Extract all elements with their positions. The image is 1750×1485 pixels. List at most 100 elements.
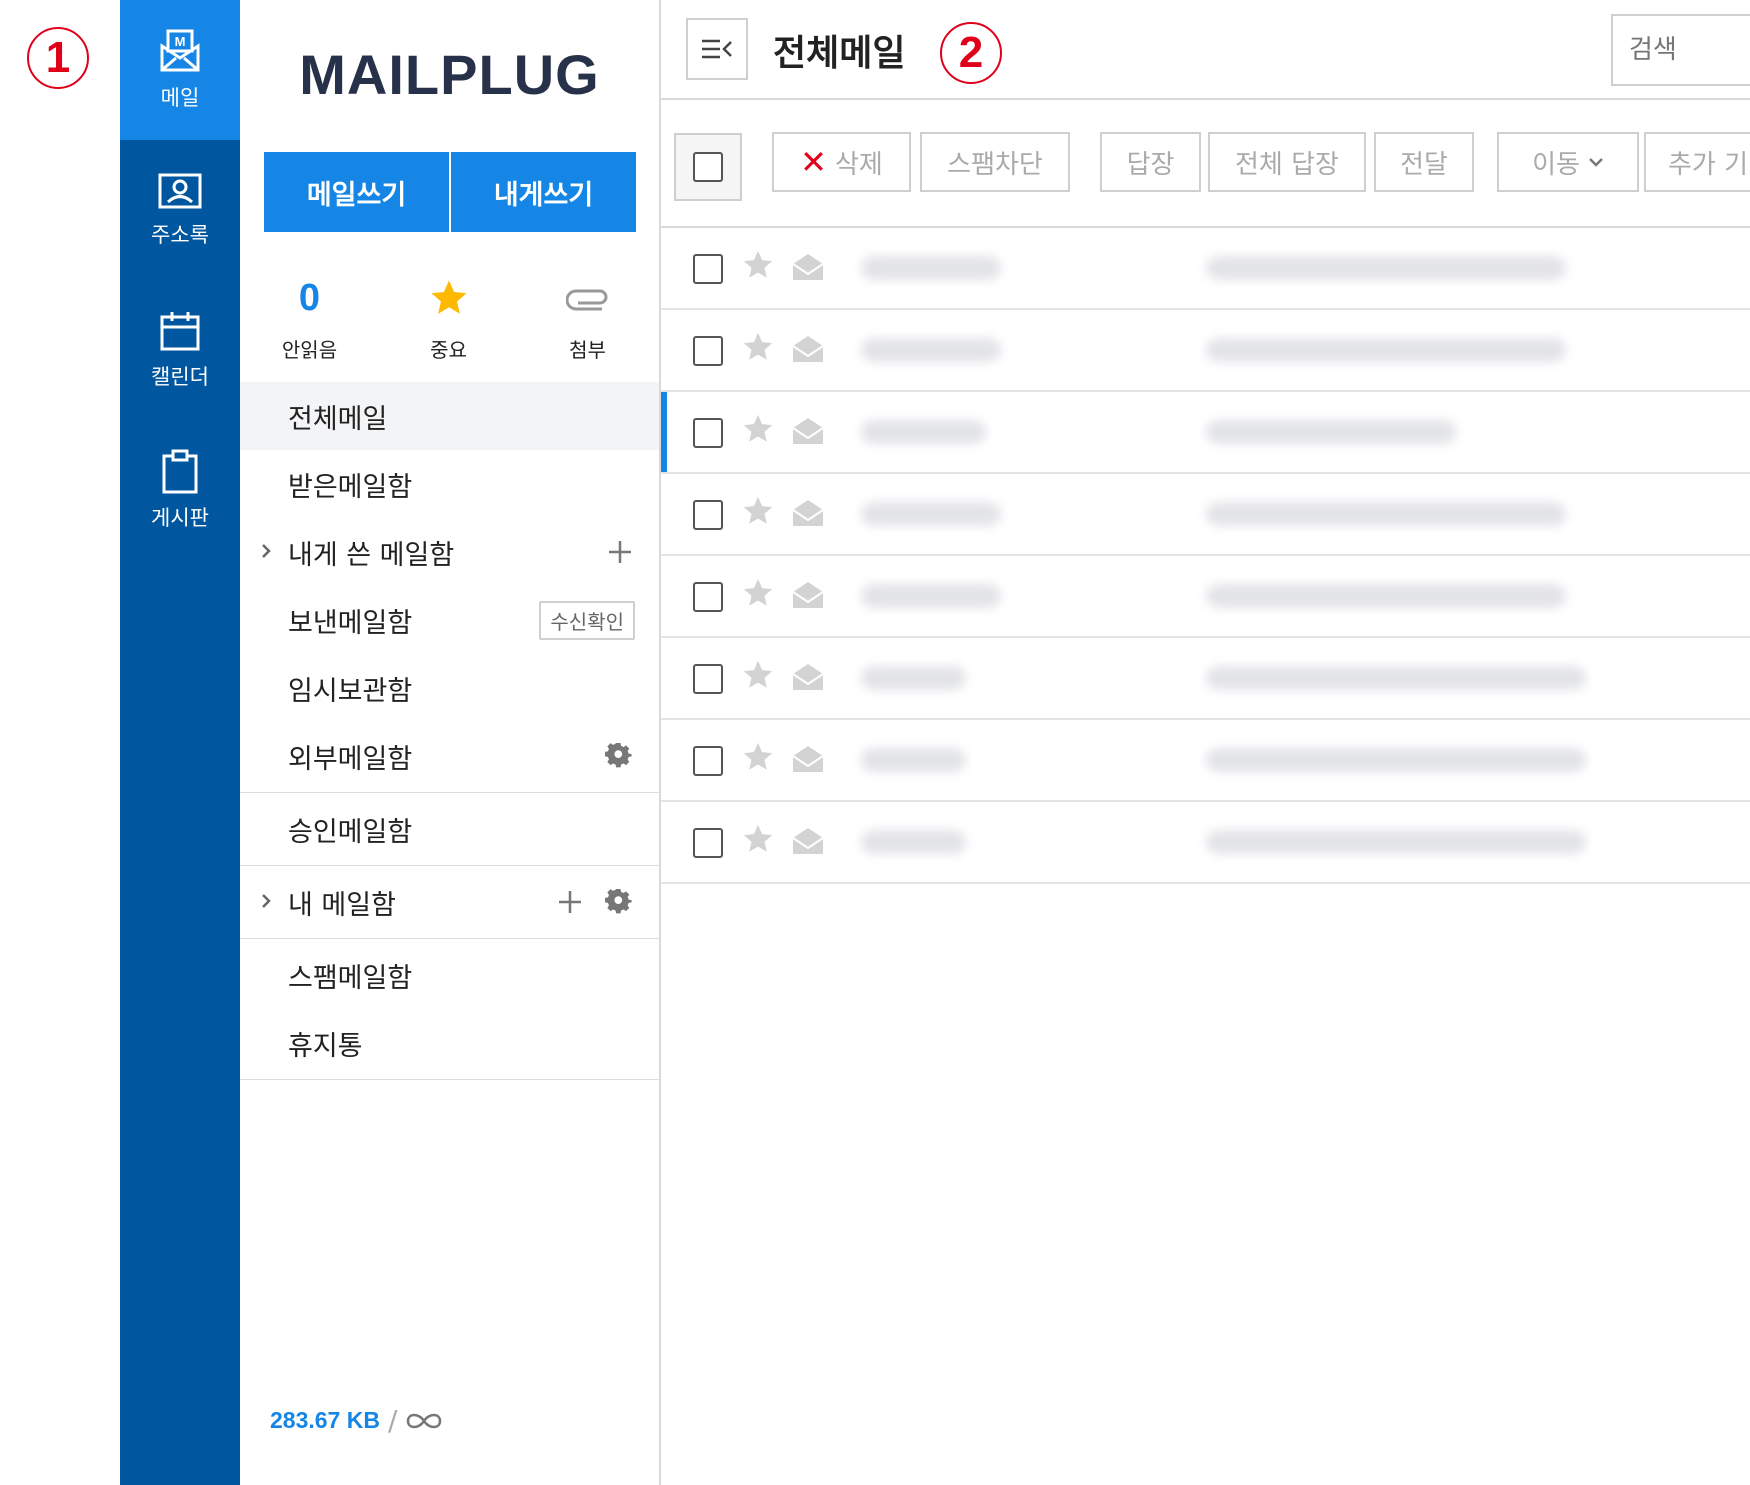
- star-icon[interactable]: [741, 494, 775, 528]
- row-checkbox[interactable]: [693, 664, 723, 694]
- folder-divider: [240, 792, 659, 793]
- sender-placeholder: [861, 338, 1001, 362]
- folder-label: 임시보관함: [288, 675, 413, 707]
- rail-item-contacts[interactable]: 주소록: [120, 140, 240, 280]
- gear-icon[interactable]: [605, 742, 633, 770]
- paperclip-icon: [565, 289, 607, 311]
- star-icon[interactable]: [741, 658, 775, 692]
- select-all-checkbox[interactable]: [674, 133, 742, 201]
- folder-label: 보낸메일함: [288, 607, 413, 639]
- move-dropdown[interactable]: 이동: [1497, 132, 1639, 192]
- infinity-icon: [407, 1413, 442, 1428]
- storage-used: 283.67 KB: [270, 1407, 380, 1433]
- rail-label-mail: 메일: [160, 86, 200, 110]
- folder-label: 외부메일함: [288, 743, 413, 775]
- mail-main: 전체메일 ✕삭제 스팸차단 답장 전체 답장 전달 이동 추가 기: [661, 0, 1750, 1485]
- chevron-right-icon[interactable]: [260, 542, 272, 560]
- row-checkbox[interactable]: [693, 828, 723, 858]
- star-icon[interactable]: [741, 576, 775, 610]
- folder-my-mailbox[interactable]: 내 메일함: [240, 868, 659, 936]
- folder-self[interactable]: 내게 쓴 메일함: [240, 518, 659, 586]
- folder-list: 전체메일 받은메일함 내게 쓴 메일함 보낸메일함 수신확인 임시보관함 외부메…: [240, 382, 659, 1082]
- folder-external[interactable]: 외부메일함: [240, 722, 659, 790]
- folder-label: 받은메일함: [288, 471, 413, 503]
- folder-label: 스팸메일함: [288, 962, 413, 994]
- mail-row[interactable]: [661, 638, 1750, 720]
- folder-spam[interactable]: 스팸메일함: [240, 941, 659, 1009]
- app-rail: M 메일 주소록 캘린더 게시판: [120, 0, 240, 1485]
- block-spam-button[interactable]: 스팸차단: [920, 132, 1070, 192]
- folder-all-mail[interactable]: 전체메일: [240, 382, 659, 450]
- star-icon[interactable]: [741, 822, 775, 856]
- quick-filter-important[interactable]: 중요: [379, 270, 518, 363]
- reply-button[interactable]: 답장: [1100, 132, 1201, 192]
- delete-button[interactable]: ✕ 삭제: [772, 132, 911, 192]
- row-checkbox[interactable]: [693, 746, 723, 776]
- folder-label: 내게 쓴 메일함: [288, 539, 455, 571]
- mail-row[interactable]: [661, 802, 1750, 884]
- subject-placeholder: [1206, 830, 1586, 854]
- reply-all-button[interactable]: 전체 답장: [1208, 132, 1366, 192]
- sender-placeholder: [861, 830, 966, 854]
- write-to-self-button[interactable]: 내게쓰기: [449, 152, 636, 232]
- mail-row[interactable]: [661, 720, 1750, 802]
- envelope-open-icon: [792, 500, 824, 526]
- subject-placeholder: [1206, 338, 1566, 362]
- subject-placeholder: [1206, 420, 1456, 444]
- mailplug-logo[interactable]: MAILPLUG: [240, 42, 659, 107]
- plus-icon[interactable]: [557, 889, 583, 915]
- mail-row[interactable]: [661, 392, 1750, 474]
- chevron-right-icon[interactable]: [260, 892, 272, 910]
- gear-icon[interactable]: [605, 888, 633, 916]
- annotation-marker-1: 1: [27, 27, 89, 89]
- envelope-open-icon: [792, 746, 824, 772]
- forward-button[interactable]: 전달: [1374, 132, 1474, 192]
- write-mail-button[interactable]: 메일쓰기: [264, 152, 449, 232]
- quick-filter-attachment[interactable]: 첨부: [518, 270, 657, 363]
- rail-label-contacts: 주소록: [151, 223, 209, 247]
- sidebar-toggle-button[interactable]: [686, 18, 748, 80]
- rail-label-board: 게시판: [151, 506, 209, 530]
- folder-label: 전체메일: [288, 403, 388, 435]
- envelope-open-icon: [792, 664, 824, 690]
- plus-icon[interactable]: [607, 539, 633, 565]
- sender-placeholder: [861, 502, 1001, 526]
- star-icon[interactable]: [741, 412, 775, 446]
- mail-row[interactable]: [661, 228, 1750, 310]
- envelope-open-icon: [792, 828, 824, 854]
- envelope-open-icon: [792, 336, 824, 362]
- row-checkbox[interactable]: [693, 500, 723, 530]
- rail-item-calendar[interactable]: 캘린더: [120, 280, 240, 420]
- subject-placeholder: [1206, 748, 1586, 772]
- star-icon[interactable]: [741, 330, 775, 364]
- star-icon[interactable]: [741, 248, 775, 282]
- more-button[interactable]: 추가 기: [1644, 132, 1750, 192]
- row-checkbox[interactable]: [693, 582, 723, 612]
- folder-label: 승인메일함: [288, 816, 413, 848]
- mail-row[interactable]: [661, 310, 1750, 392]
- folder-drafts[interactable]: 임시보관함: [240, 654, 659, 722]
- folder-inbox[interactable]: 받은메일함: [240, 450, 659, 518]
- folder-approval[interactable]: 승인메일함: [240, 795, 659, 863]
- mail-row[interactable]: [661, 556, 1750, 638]
- rail-item-board[interactable]: 게시판: [120, 420, 240, 560]
- search-input[interactable]: [1611, 14, 1750, 86]
- chevron-down-icon: [1589, 158, 1603, 167]
- mail-row[interactable]: [661, 474, 1750, 556]
- attachment-label: 첨부: [569, 338, 606, 362]
- quick-filter-unread[interactable]: 0 안읽음: [240, 270, 379, 363]
- unread-label: 안읽음: [281, 338, 338, 362]
- calendar-icon: [160, 312, 200, 351]
- row-checkbox[interactable]: [693, 254, 723, 284]
- unread-count: 0: [298, 276, 321, 319]
- star-icon: [431, 280, 466, 314]
- folder-sent[interactable]: 보낸메일함 수신확인: [240, 586, 659, 654]
- folder-trash[interactable]: 휴지통: [240, 1009, 659, 1077]
- star-icon[interactable]: [741, 740, 775, 774]
- sender-placeholder: [861, 584, 1001, 608]
- subject-placeholder: [1206, 256, 1566, 280]
- rail-item-mail[interactable]: M 메일: [120, 0, 240, 140]
- row-checkbox[interactable]: [693, 336, 723, 366]
- row-checkbox[interactable]: [693, 418, 723, 448]
- read-receipt-button[interactable]: 수신확인: [539, 600, 635, 640]
